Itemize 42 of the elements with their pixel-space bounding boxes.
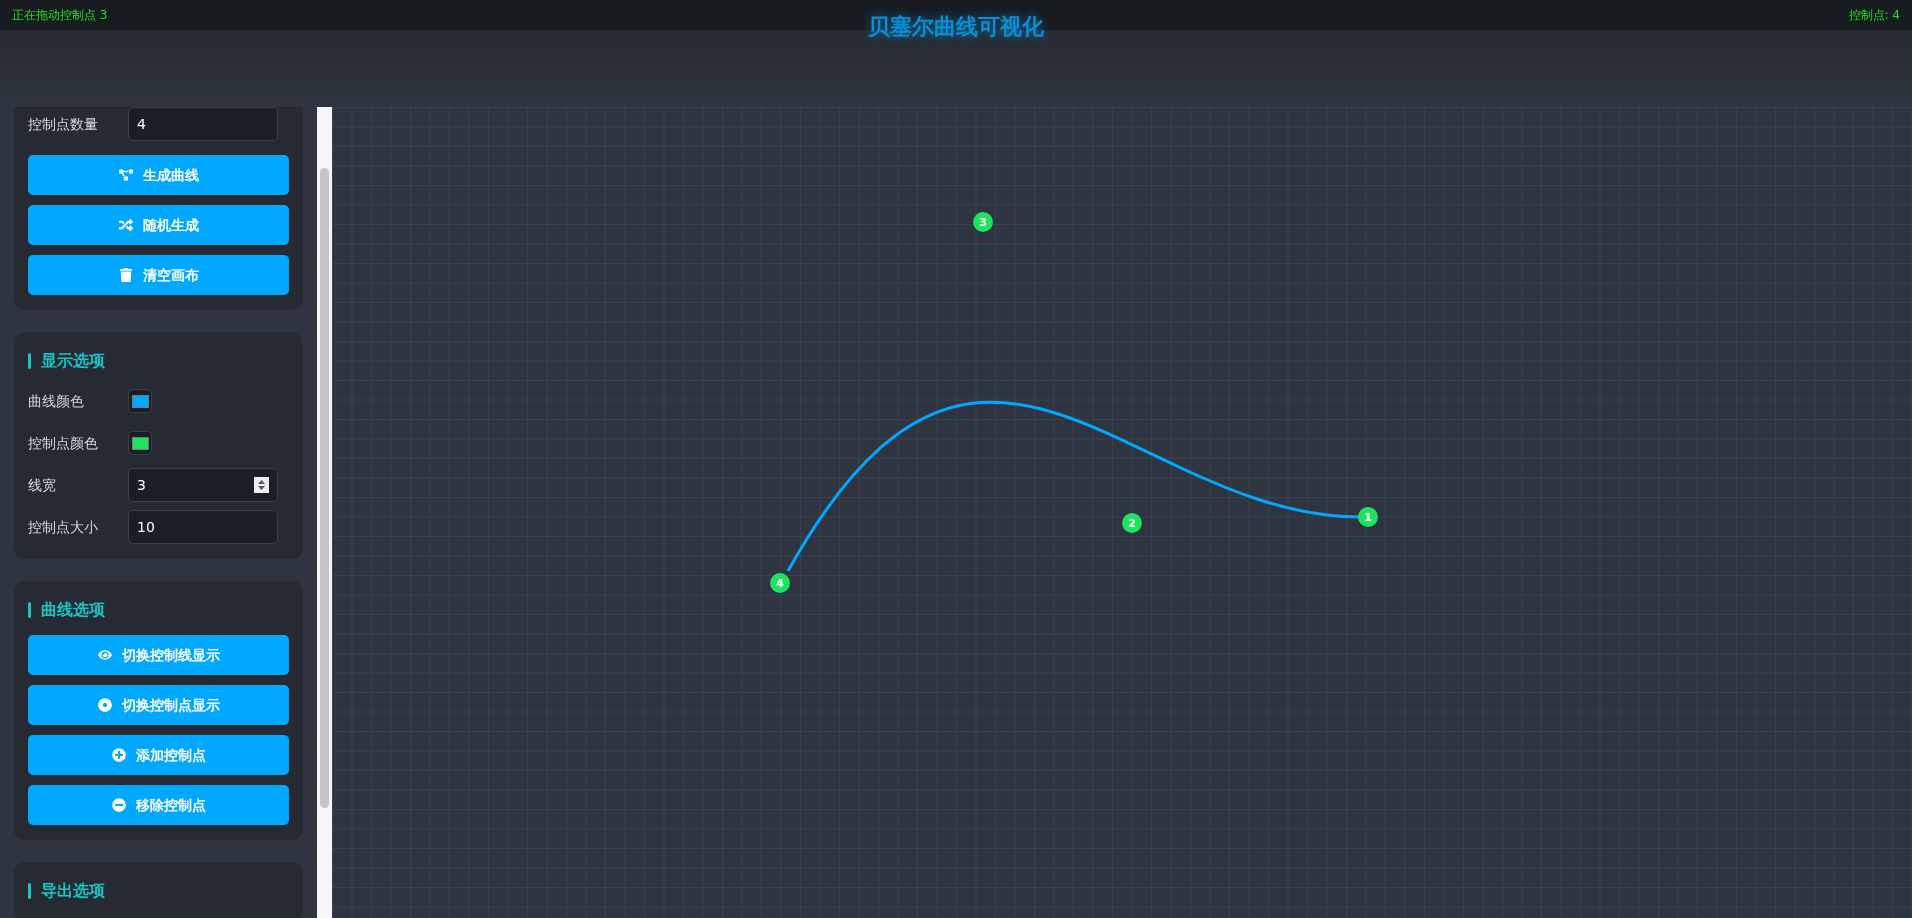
app-title: 贝塞尔曲线可视化: [868, 13, 1044, 41]
heading-marker: [28, 602, 31, 618]
eye-icon: [97, 648, 112, 662]
section-heading: 曲线选项: [41, 599, 105, 621]
point-number: 1: [1364, 511, 1372, 524]
point-number: 3: [979, 216, 987, 229]
action-button[interactable]: 移除控制点: [28, 785, 289, 825]
control-point[interactable]: [973, 212, 993, 232]
scrollbar-thumb[interactable]: [320, 168, 329, 808]
field-label: 控制点大小: [28, 517, 99, 537]
point-number: 4: [776, 577, 784, 590]
trash-icon: [118, 268, 133, 282]
action-button[interactable]: 随机生成: [28, 205, 289, 245]
point-count: 控制点: 4: [1848, 7, 1900, 24]
section-heading: 导出选项: [41, 880, 105, 902]
number-field[interactable]: 3: [128, 468, 278, 502]
field-label: 曲线颜色: [28, 391, 85, 411]
heading-marker: [28, 883, 31, 899]
scrollbar[interactable]: [317, 107, 332, 918]
number-field[interactable]: 10: [128, 510, 278, 544]
drawing-canvas[interactable]: 3 2 1 4: [332, 107, 1912, 918]
field-label: 线宽: [28, 475, 57, 495]
action-button[interactable]: 切换控制线显示: [28, 635, 289, 675]
field-label: 控制点颜色: [28, 433, 99, 453]
spinner-icon[interactable]: [254, 477, 269, 493]
control-point[interactable]: [1358, 507, 1378, 527]
action-button[interactable]: 切换控制点显示: [28, 685, 289, 725]
action-button[interactable]: 添加控制点: [28, 735, 289, 775]
control-point[interactable]: [770, 573, 790, 593]
field-label: 控制点数量: [28, 114, 99, 134]
color-picker[interactable]: [128, 389, 152, 413]
shuffle-icon: [118, 218, 133, 232]
drag-status: 正在拖动控制点 3: [12, 7, 108, 24]
action-button[interactable]: 清空画布: [28, 255, 289, 295]
heading-marker: [28, 353, 31, 369]
section-heading: 显示选项: [41, 350, 105, 372]
action-button[interactable]: 生成曲线: [28, 155, 289, 195]
point-number: 2: [1128, 517, 1136, 530]
diagram-icon: [118, 168, 133, 182]
number-field[interactable]: 4: [128, 107, 278, 141]
color-picker[interactable]: [128, 431, 152, 455]
control-point[interactable]: [1122, 513, 1142, 533]
